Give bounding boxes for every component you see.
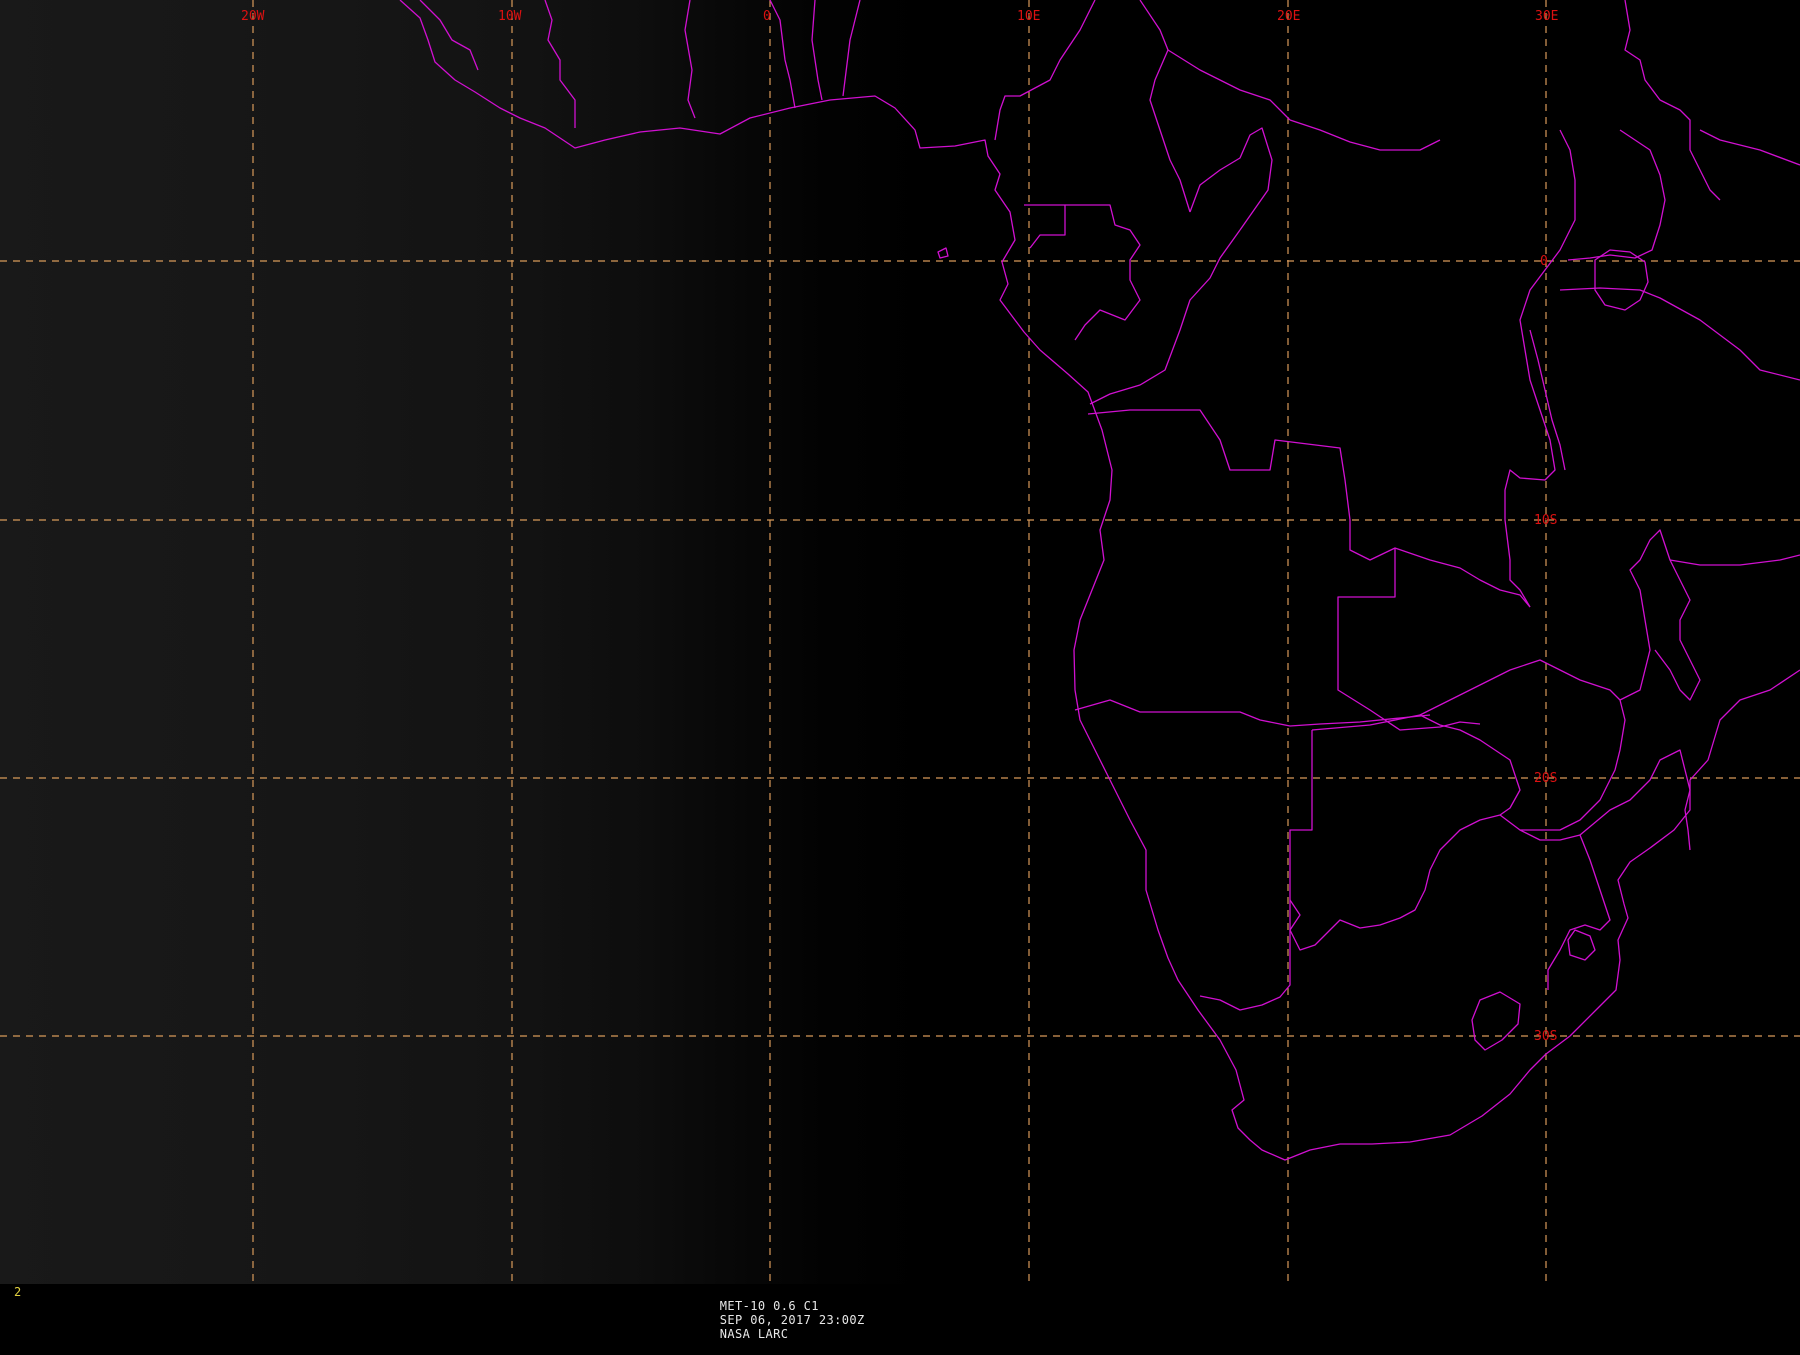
data-source: NASA LARC — [719, 1327, 789, 1341]
label-lat-20s: 20S — [1534, 771, 1557, 786]
image-datetime: SEP 06, 2017 23:00Z — [719, 1313, 865, 1327]
border-ethiopia — [1699, 129, 1800, 166]
satellite-image-map[interactable]: 20W 10W 0 10E 20E 30E 0 10S 20S 30S — [0, 0, 1800, 1284]
map-overlay: 20W 10W 0 10E 20E 30E 0 10S 20S 30S — [0, 0, 1800, 1284]
border-liberia — [419, 0, 479, 71]
border-cameroon-north — [994, 0, 1096, 141]
label-lat-0: 0 — [1540, 254, 1548, 269]
label-lon-0: 0 — [763, 9, 771, 24]
border-swaziland — [1567, 929, 1596, 961]
status-bar: 2 MET-10 0.6 C1 SEP 06, 2017 23:00Z NASA… — [0, 1284, 1800, 1341]
border-chad-car — [1139, 0, 1191, 213]
border-mozambique — [1579, 749, 1691, 851]
border-uganda-kenya — [1567, 129, 1666, 261]
border-zambia — [1419, 659, 1626, 831]
border-ivory-coast — [544, 0, 576, 128]
satellite-viewer: 20W 10W 0 10E 20E 30E 0 10S 20S 30S 2 ME… — [0, 0, 1800, 1341]
bioko-island — [937, 247, 949, 259]
border-malawi — [1619, 529, 1701, 701]
label-lon-10w: 10W — [498, 9, 522, 24]
border-togo — [769, 0, 796, 109]
border-namibia-botswana — [1199, 730, 1313, 1011]
west-africa-coastline — [399, 0, 1800, 1161]
frame-number: 2 — [14, 1285, 22, 1299]
country-boundaries — [399, 0, 1800, 1161]
border-tanzania — [1559, 287, 1800, 381]
border-lesotho — [1471, 991, 1521, 1051]
label-lat-30s: 30S — [1534, 1029, 1557, 1044]
border-ghana — [684, 0, 696, 119]
border-angola-east — [1337, 548, 1481, 731]
border-zimbabwe — [1519, 829, 1611, 990]
longitude-labels: 20W 10W 0 10E 20E 30E — [241, 9, 1558, 24]
label-lon-20e: 20E — [1277, 9, 1300, 24]
lake-tanganyika — [1529, 329, 1566, 471]
border-botswana — [1289, 714, 1521, 951]
border-sudan — [1289, 119, 1441, 151]
label-lon-30e: 30E — [1535, 9, 1558, 24]
border-angola-namibia — [1074, 699, 1431, 727]
border-nigeria — [842, 0, 861, 97]
border-congo-gabon — [1024, 204, 1066, 249]
longitude-grid — [252, 0, 1547, 1284]
lake-victoria — [1594, 249, 1649, 311]
image-caption: MET-10 0.6 C1 SEP 06, 2017 23:00Z NASA L… — [674, 1285, 893, 1355]
label-lon-20w: 20W — [241, 9, 265, 24]
label-lon-10e: 10E — [1017, 9, 1040, 24]
border-benin — [811, 0, 823, 101]
border-congo-drc — [1089, 229, 1241, 405]
satellite-channel: MET-10 0.6 C1 — [719, 1299, 819, 1313]
border-angola-north — [1087, 409, 1531, 608]
label-lat-10s: 10S — [1534, 513, 1557, 528]
border-car-north — [1167, 49, 1291, 121]
border-gabon-inner — [1065, 204, 1141, 341]
border-east-north — [1624, 0, 1721, 201]
border-car-south — [1189, 127, 1273, 231]
border-tanzania-south — [1669, 554, 1800, 566]
